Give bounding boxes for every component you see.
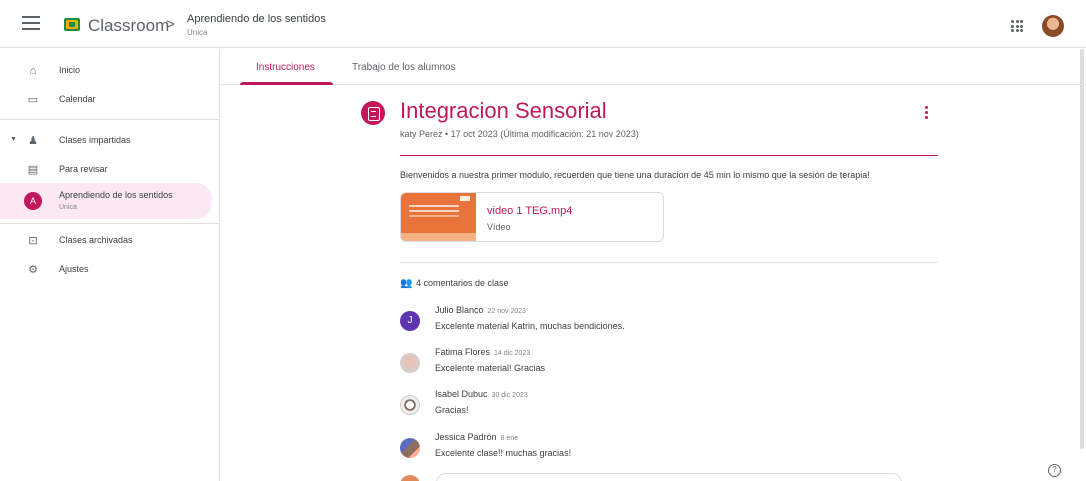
- calendar-icon: ▭: [27, 94, 39, 106]
- sidebar-item-label: Aprendiendo de los sentidos: [59, 190, 173, 200]
- author-name: Julio Blanco: [435, 305, 484, 315]
- sidebar-item-clases-impartidas[interactable]: ▼ ♟ Clases impartidas: [0, 126, 212, 156]
- assignment-icon: [361, 101, 385, 125]
- tab-instrucciones[interactable]: Instrucciones: [256, 62, 315, 73]
- breadcrumb-separator: >: [166, 16, 175, 33]
- comments-divider: [400, 262, 938, 263]
- comment-author: Isabel Dubuc 30 dic 2023: [435, 389, 528, 399]
- comment-item: Jessica Padrón 8 ene Excelente clase!! mu…: [400, 432, 920, 472]
- comment-item: Isabel Dubuc 30 dic 2023 Gracias!: [400, 389, 920, 429]
- archive-icon: ⊡: [28, 235, 38, 247]
- tab-bar: Instrucciones Trabajo de los alumnos: [220, 49, 1086, 85]
- active-tab-indicator: [240, 82, 333, 85]
- sidebar-item-label: Para revisar: [59, 164, 108, 174]
- author-name: Isabel Dubuc: [435, 389, 488, 399]
- gear-icon: ⚙: [28, 264, 38, 276]
- avatar: J: [400, 311, 420, 331]
- class-comments-icon: 👥: [400, 278, 413, 289]
- avatar: [400, 353, 420, 373]
- help-icon[interactable]: ?: [1048, 464, 1061, 477]
- apps-grid-icon[interactable]: [1011, 20, 1023, 32]
- video-thumbnail: [401, 193, 476, 241]
- comments-count[interactable]: 4 comentarios de clase: [416, 278, 509, 288]
- user-avatar[interactable]: [1042, 15, 1064, 37]
- comment-author: Fatima Flores 14 dic 2023: [435, 347, 530, 357]
- scrollbar[interactable]: [1080, 49, 1084, 449]
- breadcrumb-class-section: Unica: [187, 28, 208, 37]
- add-comment-input[interactable]: [436, 473, 902, 481]
- comment-date: 14 dic 2023: [494, 350, 531, 357]
- current-user-avatar: [400, 475, 420, 481]
- comment-date: 30 dic 2023: [491, 392, 528, 399]
- sidebar-item-para-revisar[interactable]: ▤ Para revisar: [0, 155, 212, 185]
- comment-text: Excelente material! Gracias: [435, 363, 546, 373]
- comment-item: J Julio Blanco 22 nov 2023 Excelente mate…: [400, 305, 920, 345]
- sidebar: ⌂ Inicio ▭ Calendar ▼ ♟ Clases impartida…: [0, 49, 220, 481]
- avatar: [400, 395, 420, 415]
- folder-check-icon: ▤: [27, 164, 39, 176]
- hamburger-menu-icon[interactable]: [22, 16, 40, 30]
- post-body: Bienvenidos a nuestra primer modulo, rec…: [400, 170, 870, 180]
- sidebar-item-label: Clases impartidas: [59, 135, 131, 145]
- post-title: Integracion Sensorial: [400, 98, 607, 123]
- sidebar-item-inicio[interactable]: ⌂ Inicio: [0, 56, 212, 86]
- comment-item: Fatima Flores 14 dic 2023 Excelente mater…: [400, 347, 920, 387]
- comment-date: 8 ene: [500, 435, 519, 442]
- video-attachment-card[interactable]: video 1 TEG.mp4 Vídeo: [400, 192, 664, 242]
- comment-text: Excelente material Katrin, muchas bendic…: [435, 321, 625, 331]
- sidebar-item-label: Calendar: [59, 94, 96, 104]
- avatar: [400, 438, 420, 458]
- comment-date: 22 nov 2023: [487, 308, 527, 315]
- sidebar-item-aprendiendo-de-los-sentidos[interactable]: A Aprendiendo de los sentidos Unica: [0, 183, 212, 219]
- attachment-name[interactable]: video 1 TEG.mp4: [487, 205, 572, 217]
- people-icon: ♟: [28, 135, 38, 147]
- author-name: Fatima Flores: [435, 347, 491, 357]
- sidebar-divider: [0, 223, 220, 224]
- classroom-logo-icon[interactable]: [64, 18, 80, 31]
- app-title[interactable]: Classroom: [88, 16, 169, 36]
- more-options-icon[interactable]: [925, 106, 929, 120]
- sidebar-item-label: Clases archivadas: [59, 235, 133, 245]
- sidebar-item-label: Inicio: [59, 65, 81, 75]
- expand-caret-icon[interactable]: ▼: [10, 136, 17, 143]
- sidebar-divider: [0, 119, 220, 120]
- sidebar-item-label: Ajustes: [59, 264, 89, 274]
- comment-author: Jessica Padrón 8 ene: [435, 432, 518, 442]
- home-icon: ⌂: [29, 65, 37, 77]
- sidebar-item-sublabel: Unica: [59, 204, 77, 211]
- author-name: Jessica Padrón: [435, 432, 497, 442]
- breadcrumb-class-name[interactable]: Aprendiendo de los sentidos: [187, 13, 326, 25]
- title-divider: [400, 155, 938, 156]
- sidebar-item-calendar[interactable]: ▭ Calendar: [0, 85, 212, 115]
- tab-trabajo-de-los-alumnos[interactable]: Trabajo de los alumnos: [352, 62, 456, 73]
- top-app-bar: Classroom > Aprendiendo de los sentidos …: [0, 0, 1086, 48]
- comment-text: Gracias!: [435, 405, 469, 415]
- comment-author: Julio Blanco 22 nov 2023: [435, 305, 526, 315]
- attachment-type: Vídeo: [487, 222, 511, 232]
- sidebar-item-clases-archivadas[interactable]: ⊡ Clases archivadas: [0, 226, 212, 256]
- post-meta: katy Perez • 17 oct 2023 (Última modific…: [400, 129, 639, 139]
- class-avatar: A: [24, 192, 42, 210]
- sidebar-item-ajustes[interactable]: ⚙ Ajustes: [0, 255, 212, 285]
- comment-text: Excelente clase!! muchas gracias!: [435, 448, 572, 458]
